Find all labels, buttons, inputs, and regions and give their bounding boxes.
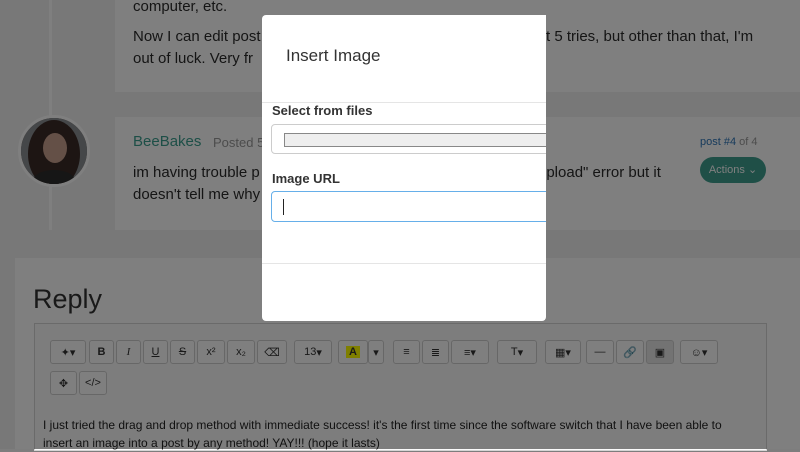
choose-file-button[interactable]: [284, 133, 546, 147]
insert-image-dialog: Insert Image Select from files Image URL: [262, 15, 546, 321]
dialog-title: Insert Image: [286, 46, 381, 65]
image-url-input[interactable]: [271, 191, 546, 222]
text-cursor: [283, 199, 284, 215]
select-files-label: Select from files: [272, 103, 373, 118]
image-url-label: Image URL: [272, 171, 340, 186]
file-input[interactable]: [271, 124, 546, 154]
dialog-footer-divider: [262, 263, 546, 264]
